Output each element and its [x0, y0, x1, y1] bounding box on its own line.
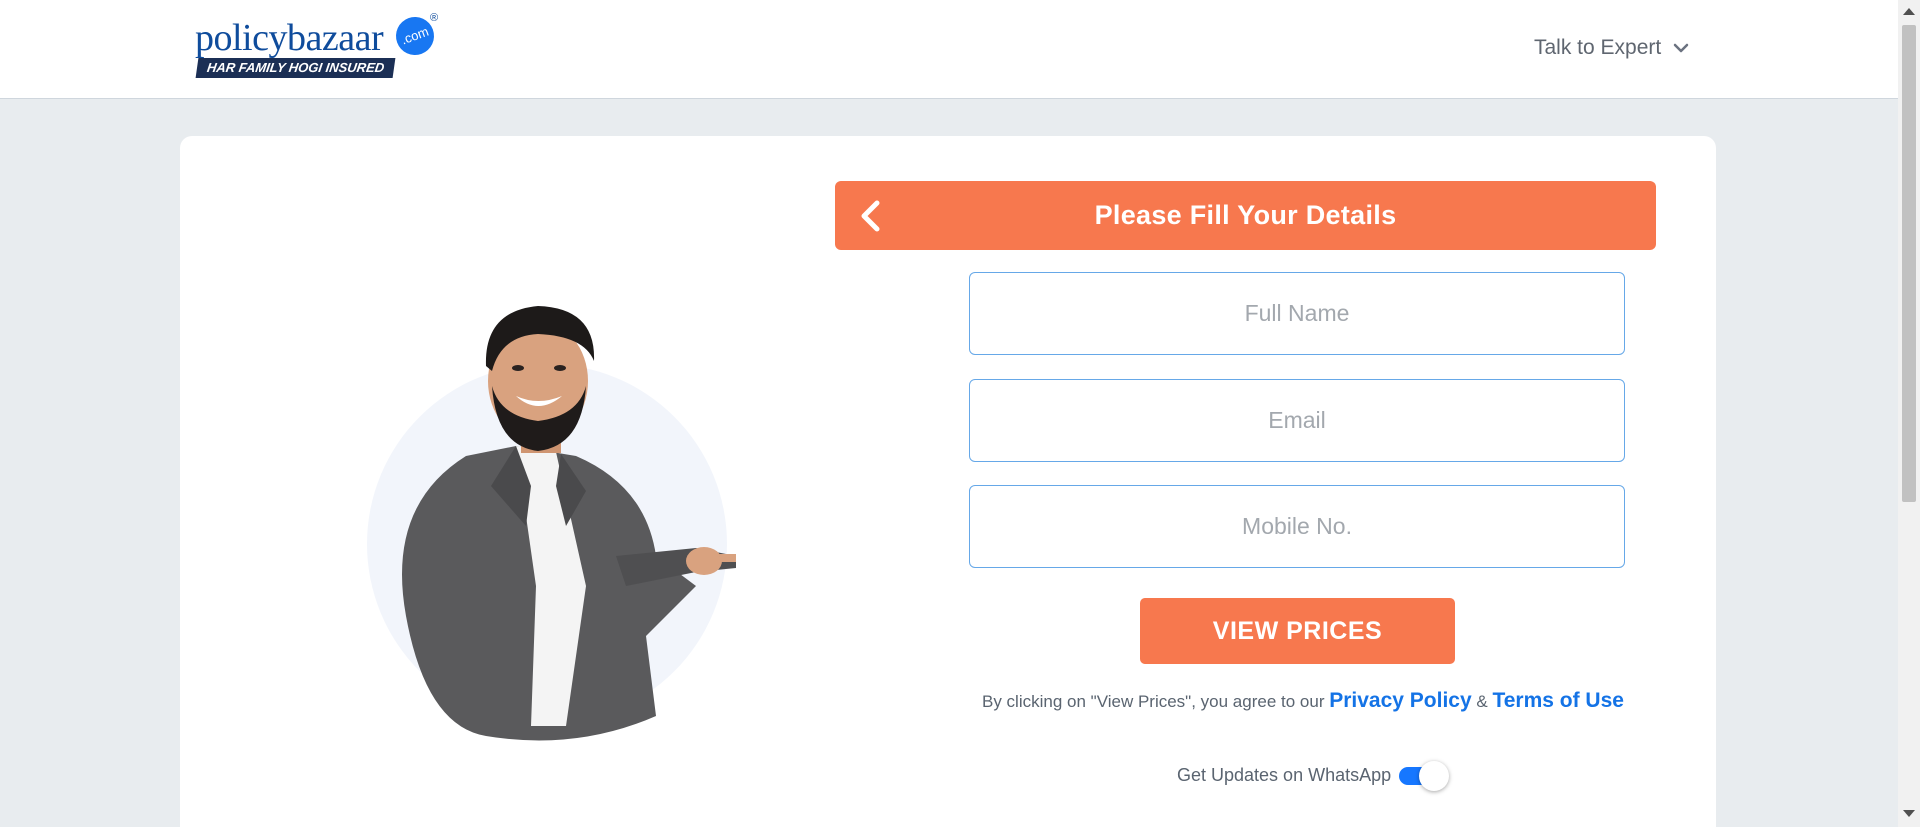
scrollbar-thumb[interactable] — [1902, 25, 1916, 502]
toggle-knob — [1419, 761, 1450, 791]
lead-form-card: Please Fill Your Details VIEW PRICES By … — [180, 136, 1716, 827]
terms-prefix: By clicking on "View Prices", you agree … — [982, 692, 1325, 711]
site-header: policybazaar .com ® HAR FAMILY HOGI INSU… — [0, 0, 1898, 99]
mobile-number-input[interactable] — [969, 485, 1625, 568]
logo-tagline: HAR FAMILY HOGI INSURED — [195, 58, 396, 78]
page-scrollbar[interactable] — [1898, 0, 1920, 827]
chevron-down-icon — [1673, 43, 1689, 53]
terms-consent-text: By clicking on "View Prices", you agree … — [982, 689, 1624, 713]
talk-to-expert-label: Talk to Expert — [1534, 36, 1662, 59]
talk-to-expert-dropdown[interactable]: Talk to Expert — [1534, 36, 1689, 60]
terms-ampersand: & — [1476, 692, 1488, 711]
terms-of-use-link[interactable]: Terms of Use — [1492, 689, 1624, 712]
email-input[interactable] — [969, 379, 1625, 462]
whatsapp-updates-label: Get Updates on WhatsApp — [1177, 764, 1392, 785]
logo-registered-mark: ® — [430, 12, 439, 24]
form-title: Please Fill Your Details — [1094, 200, 1397, 230]
brand-ambassador-image — [367, 306, 736, 741]
privacy-policy-link[interactable]: Privacy Policy — [1329, 689, 1471, 712]
full-name-input[interactable] — [969, 272, 1625, 355]
form-header: Please Fill Your Details — [835, 181, 1656, 250]
whatsapp-updates-toggle[interactable] — [1399, 761, 1450, 791]
scroll-up-arrow-icon[interactable] — [1903, 8, 1915, 15]
view-prices-button[interactable]: VIEW PRICES — [1140, 598, 1455, 664]
whatsapp-updates-row: Get Updates on WhatsApp — [1177, 761, 1450, 791]
logo-wordmark: policybazaar — [195, 17, 384, 59]
scroll-down-arrow-icon[interactable] — [1903, 810, 1915, 817]
policybazaar-logo[interactable]: policybazaar .com ® HAR FAMILY HOGI INSU… — [195, 11, 445, 80]
